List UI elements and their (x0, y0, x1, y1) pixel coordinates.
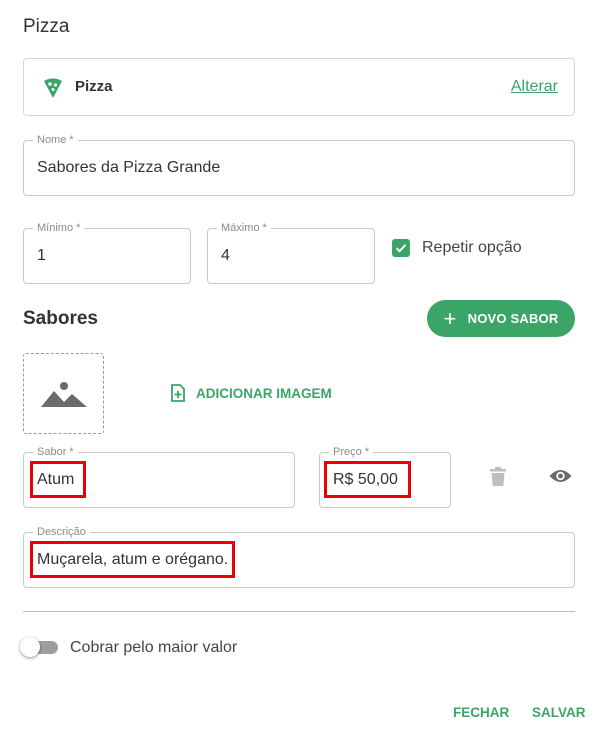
eye-icon[interactable] (549, 468, 572, 489)
price-field-label: Preço * (329, 445, 374, 459)
flavors-title: Sabores (23, 308, 98, 329)
change-category-link[interactable]: Alterar (511, 78, 558, 96)
add-image-button[interactable]: ADICIONAR IMAGEM (170, 383, 332, 403)
maximum-field-label: Máximo * (217, 221, 271, 235)
repeat-option-label: Repetir opção (422, 239, 522, 256)
maximum-field[interactable]: Máximo * 4 (207, 221, 375, 284)
minimum-field-label: Mínimo * (33, 221, 85, 235)
pizza-slice-icon (43, 77, 63, 99)
flavor-highlight-box (30, 461, 86, 498)
image-placeholder[interactable] (23, 353, 104, 434)
new-flavor-button[interactable]: + NOVO SABOR (427, 300, 575, 337)
price-highlight-box (324, 461, 411, 498)
description-field-label: Descrição (33, 525, 90, 539)
description-highlight-box (30, 541, 235, 578)
plus-icon: + (443, 305, 457, 331)
section-title: Pizza (23, 16, 70, 37)
trash-icon[interactable] (490, 467, 506, 492)
minimum-field[interactable]: Mínimo * 1 (23, 221, 191, 284)
save-button[interactable]: SALVAR (532, 705, 586, 720)
category-name: Pizza (75, 78, 113, 95)
charge-highest-label: Cobrar pelo maior valor (70, 639, 238, 656)
new-flavor-label: NOVO SABOR (467, 311, 559, 326)
image-icon (40, 381, 87, 407)
repeat-option-checkbox[interactable] (392, 239, 410, 257)
category-card: Pizza Alterar (23, 58, 575, 116)
maximum-field-value: 4 (221, 247, 230, 264)
name-field[interactable]: Nome * Sabores da Pizza Grande (23, 133, 575, 196)
close-button[interactable]: FECHAR (453, 705, 509, 720)
add-image-label: ADICIONAR IMAGEM (196, 385, 332, 401)
flavor-field-label: Sabor * (33, 445, 78, 459)
checkmark-icon (395, 244, 407, 253)
add-file-icon (171, 384, 185, 402)
name-field-value: Sabores da Pizza Grande (37, 159, 221, 176)
toggle-thumb[interactable] (20, 637, 40, 657)
name-field-label: Nome * (33, 133, 78, 147)
divider (23, 611, 575, 612)
minimum-field-value: 1 (37, 247, 46, 264)
